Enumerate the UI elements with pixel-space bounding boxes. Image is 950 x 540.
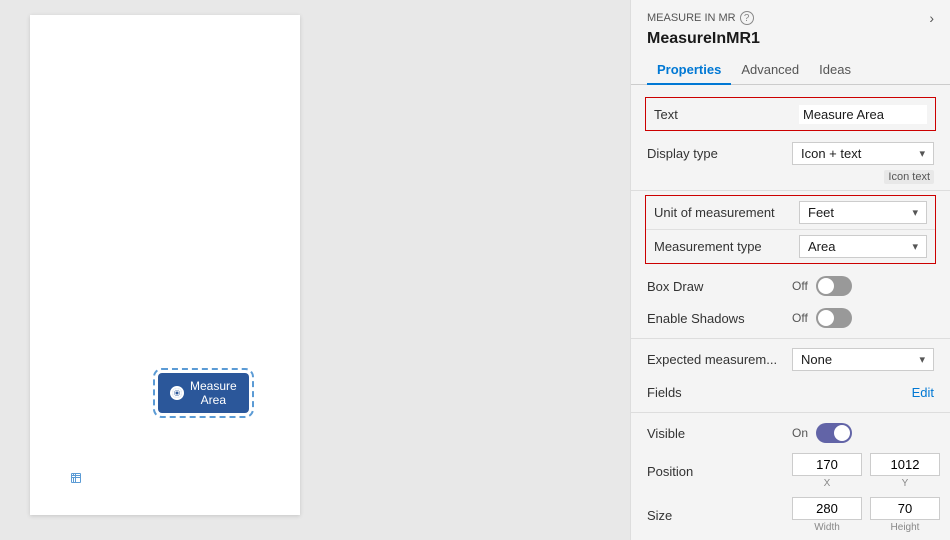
visible-toggle-container: On (792, 423, 852, 443)
position-y-group: Y (870, 453, 940, 489)
enable-shadows-toggle-container: Off (792, 308, 852, 328)
position-row: Position X Y (631, 449, 950, 493)
size-width-label: Width (814, 522, 840, 533)
display-type-dropdown[interactable]: Icon + text ▾ (792, 142, 934, 165)
box-draw-state: Off (792, 279, 808, 293)
unit-dropdown-chevron: ▾ (912, 206, 918, 219)
text-property-group: Text (645, 97, 936, 131)
box-draw-toggle[interactable] (816, 276, 852, 296)
fields-row: Fields Edit (631, 376, 950, 408)
fields-label: Fields (647, 385, 792, 400)
visible-value: On (792, 423, 934, 443)
position-x-group: X (792, 453, 862, 489)
canvas-page (30, 15, 300, 515)
canvas-area: Measure Area (0, 0, 630, 540)
tabs-bar: Properties Advanced Ideas (631, 56, 950, 85)
text-input[interactable] (799, 105, 927, 124)
measure-button-label: Measure Area (190, 379, 237, 407)
divider-2 (631, 338, 950, 339)
divider-3 (631, 412, 950, 413)
text-label: Text (654, 107, 799, 122)
size-width-input[interactable] (792, 497, 862, 520)
position-inputs: X Y (792, 453, 940, 489)
right-panel: MEASURE IN MR ? › MeasureInMR1 Propertie… (630, 0, 950, 540)
box-draw-value: Off (792, 276, 934, 296)
measurement-type-value: Area ▾ (799, 235, 927, 258)
display-type-row: Display type Icon + text ▾ (631, 137, 950, 170)
position-label: Position (647, 464, 792, 479)
box-draw-label: Box Draw (647, 279, 792, 294)
text-row: Text (646, 98, 935, 130)
visible-knob (834, 425, 850, 441)
visible-toggle[interactable] (816, 423, 852, 443)
box-draw-toggle-container: Off (792, 276, 852, 296)
visible-row: Visible On (631, 417, 950, 449)
unit-value: Feet ▾ (799, 201, 927, 224)
expected-dropdown-chevron: ▾ (919, 353, 925, 366)
size-row: Size Width Height (631, 493, 950, 537)
display-type-value: Icon + text ▾ (792, 142, 934, 165)
unit-label: Unit of measurement (654, 205, 799, 220)
icon-text-badge: Icon text (884, 170, 934, 184)
visible-label: Visible (647, 426, 792, 441)
measure-in-mr-label: MEASURE IN MR ? (647, 11, 754, 25)
panel-top-row: MEASURE IN MR ? › (647, 10, 934, 26)
display-type-label: Display type (647, 146, 792, 161)
measurement-type-dropdown[interactable]: Area ▾ (799, 235, 927, 258)
expected-label: Expected measurem... (647, 352, 792, 367)
measure-area-button[interactable]: Measure Area (158, 373, 249, 413)
enable-shadows-state: Off (792, 311, 808, 325)
unit-dropdown[interactable]: Feet ▾ (799, 201, 927, 224)
size-height-group: Height (870, 497, 940, 533)
size-label: Size (647, 508, 792, 523)
expand-chevron[interactable]: › (929, 10, 934, 26)
icon-text-badge-row: Icon text (631, 170, 950, 186)
fields-edit-link[interactable]: Edit (912, 385, 934, 400)
visible-state: On (792, 426, 808, 440)
enable-shadows-toggle[interactable] (816, 308, 852, 328)
tab-advanced[interactable]: Advanced (731, 56, 809, 85)
measurement-group: Unit of measurement Feet ▾ Measurement t… (645, 195, 936, 264)
position-x-input[interactable] (792, 453, 862, 476)
position-x-label: X (824, 478, 831, 489)
size-width-group: Width (792, 497, 862, 533)
enable-shadows-knob (818, 310, 834, 326)
enable-shadows-row: Enable Shadows Off (631, 302, 950, 334)
fields-value: Edit (792, 385, 934, 400)
enable-shadows-label: Enable Shadows (647, 311, 792, 326)
tab-ideas[interactable]: Ideas (809, 56, 861, 85)
size-height-input[interactable] (870, 497, 940, 520)
box-draw-row: Box Draw Off (631, 270, 950, 302)
dropdown-chevron: ▾ (919, 147, 925, 160)
size-inputs: Width Height (792, 497, 940, 533)
enable-shadows-value: Off (792, 308, 934, 328)
expected-measurement-row: Expected measurem... None ▾ (631, 343, 950, 376)
help-icon[interactable]: ? (740, 11, 754, 25)
tab-properties[interactable]: Properties (647, 56, 731, 85)
handle-br[interactable] (75, 477, 81, 483)
expected-dropdown[interactable]: None ▾ (792, 348, 934, 371)
expected-value: None ▾ (792, 348, 934, 371)
divider-1 (631, 190, 950, 191)
unit-row: Unit of measurement Feet ▾ (646, 196, 935, 230)
measure-icon (170, 386, 184, 400)
properties-section: Text Display type Icon + text ▾ Icon tex… (631, 85, 950, 540)
panel-header: MEASURE IN MR ? › MeasureInMR1 (631, 0, 950, 56)
position-y-label: Y (902, 478, 909, 489)
box-draw-knob (818, 278, 834, 294)
measurement-dropdown-chevron: ▾ (912, 240, 918, 253)
panel-title: MeasureInMR1 (647, 30, 934, 48)
text-value-container (799, 105, 927, 124)
size-height-label: Height (891, 522, 920, 533)
position-y-input[interactable] (870, 453, 940, 476)
measurement-type-label: Measurement type (654, 239, 799, 254)
measurement-type-row: Measurement type Area ▾ (646, 230, 935, 263)
